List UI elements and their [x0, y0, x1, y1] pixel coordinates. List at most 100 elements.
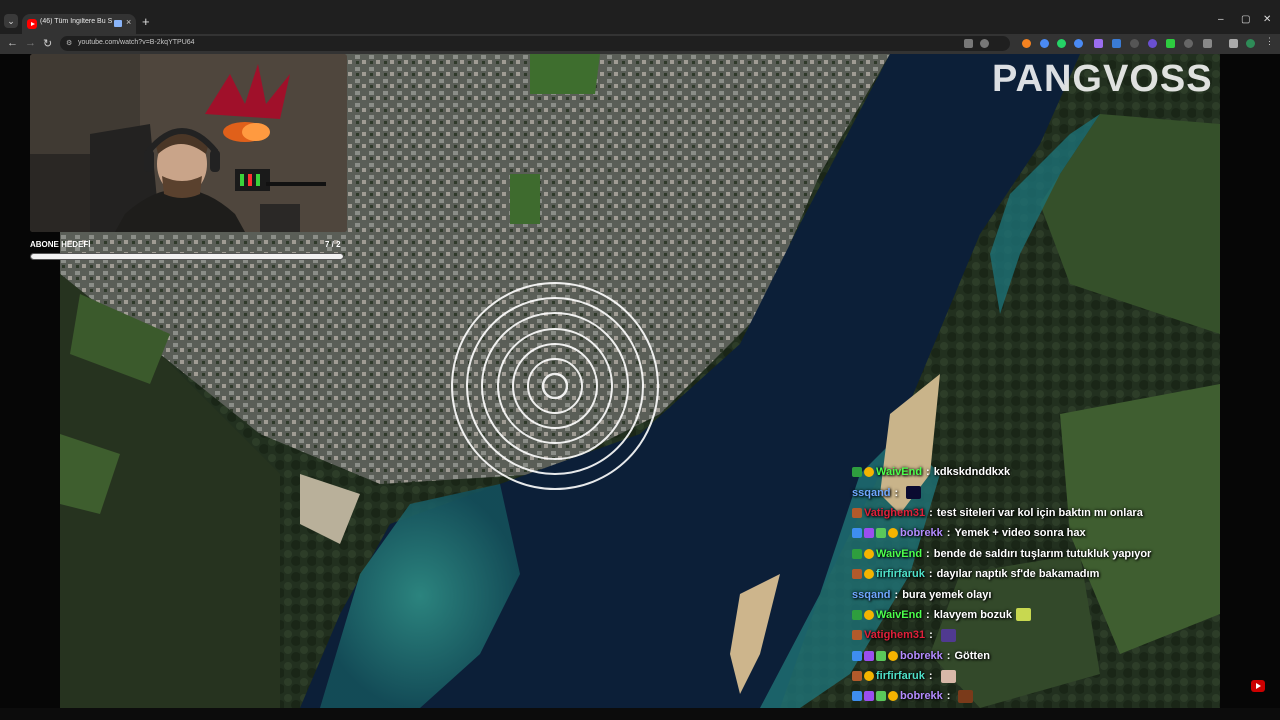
chat-text: klavyem bozuk — [933, 608, 1012, 621]
chat-text: kdkskdnddkxk — [933, 466, 1011, 479]
chat-separator: : — [928, 670, 933, 683]
cast-icon[interactable] — [964, 39, 973, 48]
chat-emote-icon — [958, 689, 974, 703]
chat-badge-icon — [864, 609, 874, 620]
chat-message: ssqand: — [852, 482, 1182, 502]
chat-message: firfirfaruk: dayılar naptık sf'de bakamad… — [852, 564, 1182, 584]
chat-badge-icon — [852, 548, 862, 559]
extension-window-icon[interactable] — [1112, 39, 1121, 48]
extension-violet-icon[interactable] — [1148, 39, 1157, 48]
chat-username[interactable]: firfirfaruk — [876, 670, 925, 682]
reload-icon[interactable]: ↻ — [43, 37, 52, 50]
profile-avatar[interactable] — [1246, 39, 1255, 48]
chat-username[interactable]: WaivEnd — [876, 548, 922, 560]
chat-emote-icon — [940, 669, 956, 683]
chat-text: dayılar naptık sf'de bakamadım — [936, 568, 1100, 581]
chat-text: bende de saldırı tuşlarım tutukluk yapıy… — [933, 547, 1152, 560]
chat-badge-icon — [864, 671, 874, 682]
chat-message: bobrekk: Yemek + video sonra hax — [852, 523, 1182, 543]
forward-arrow-icon[interactable]: → — [25, 37, 36, 49]
chat-separator: : — [946, 690, 951, 703]
downloads-icon[interactable] — [1229, 39, 1238, 48]
chat-badge-icon — [888, 691, 898, 702]
chat-badge-icon — [852, 650, 862, 661]
chat-badge-icon — [888, 650, 898, 661]
chat-username[interactable]: ssqand — [852, 487, 891, 499]
chat-badge-icon — [864, 691, 874, 702]
tab-search-menu-icon[interactable]: ⌄ — [4, 14, 18, 28]
chat-message: bobrekk: Götten — [852, 646, 1182, 666]
close-window-button[interactable]: ✕ — [1263, 14, 1271, 25]
chat-separator: : — [946, 527, 951, 540]
subscriber-goal-progress-bar — [30, 253, 344, 260]
channel-watermark: PANGVOSS — [992, 58, 1213, 100]
minimize-button[interactable]: – — [1218, 14, 1224, 25]
chat-message: ssqand: bura yemek olayı — [852, 584, 1182, 604]
chat-text: test siteleri var kol için baktın mı onl… — [936, 506, 1143, 519]
chat-message: bobrekk: — [852, 686, 1182, 706]
chat-overlay: WaivEnd: kdkskdnddkxk ssqand: Vatighem31: te… — [852, 462, 1182, 707]
url-text[interactable]: youtube.com/watch?v=B-2kqYTPU64 — [78, 39, 195, 46]
chat-badge-icon — [852, 671, 862, 682]
chat-username[interactable]: firfirfaruk — [876, 568, 925, 580]
chat-username[interactable]: bobrekk — [900, 527, 943, 539]
browser-tab-bar: ⌄ (46) Tüm İngiltere Bu Sonuçla × + – ▢ … — [0, 0, 1280, 34]
eye-off-icon[interactable] — [980, 39, 989, 48]
chat-badge-icon — [852, 569, 862, 580]
extension-translate-icon[interactable] — [1040, 39, 1049, 48]
chat-text: Götten — [954, 649, 990, 662]
chat-username[interactable]: WaivEnd — [876, 609, 922, 621]
chat-badge-icon — [852, 691, 862, 702]
chat-message: WaivEnd: bende de saldırı tuşlarım tutukl… — [852, 544, 1182, 564]
chat-separator: : — [929, 506, 933, 519]
extension-purple-icon[interactable] — [1094, 39, 1103, 48]
chat-badge-icon — [864, 467, 874, 478]
chat-badge-icon — [888, 528, 898, 539]
maximize-button[interactable]: ▢ — [1241, 14, 1250, 25]
chat-username[interactable]: WaivEnd — [876, 466, 922, 478]
subscriber-goal-progress-fill — [31, 254, 343, 259]
chat-separator: : — [926, 466, 930, 479]
chat-separator: : — [928, 568, 933, 581]
chat-message: WaivEnd: klavyem bozuk — [852, 605, 1182, 625]
extension-dark-icon[interactable] — [1130, 39, 1139, 48]
chat-badge-icon — [876, 528, 886, 539]
youtube-logo-icon[interactable] — [1251, 680, 1265, 692]
chat-username[interactable]: Vatighem31 — [864, 629, 925, 641]
extension-blue-icon[interactable] — [1074, 39, 1083, 48]
chat-username[interactable]: Vatighem31 — [864, 507, 925, 519]
chat-username[interactable]: bobrekk — [900, 650, 943, 662]
audio-playing-icon[interactable] — [114, 20, 122, 27]
streamer-webcam-image — [30, 54, 347, 232]
site-info-icon[interactable]: ⚙ — [66, 39, 72, 47]
extension-c-icon[interactable] — [1022, 39, 1031, 48]
chat-separator: : — [894, 588, 899, 601]
subscriber-goal-count: 7 / 2 — [325, 240, 341, 249]
tab-active[interactable]: (46) Tüm İngiltere Bu Sonuçla × — [22, 14, 136, 34]
chat-message: firfirfaruk: — [852, 666, 1182, 686]
chat-text: Yemek + video sonra hax — [954, 527, 1086, 540]
more-menu-icon[interactable]: ⋮ — [1265, 36, 1274, 46]
video-bottom-edge — [0, 708, 1280, 720]
extension-grey-icon[interactable] — [1184, 39, 1193, 48]
chat-emote-icon — [1015, 608, 1031, 622]
chat-badge-icon — [864, 548, 874, 559]
tab-close-button[interactable]: × — [126, 17, 131, 27]
chat-badge-icon — [864, 569, 874, 580]
new-tab-button[interactable]: + — [142, 14, 150, 29]
back-arrow-icon[interactable]: ← — [7, 37, 18, 49]
chat-emote-icon — [906, 486, 922, 500]
chat-message: Vatighem31: test siteleri var kol için ba… — [852, 503, 1182, 523]
address-bar[interactable]: ⚙ youtube.com/watch?v=B-2kqYTPU64 — [60, 36, 1010, 51]
chat-separator: : — [926, 608, 930, 621]
chat-separator: : — [946, 649, 951, 662]
youtube-favicon-icon — [27, 19, 37, 29]
whatsapp-icon[interactable] — [1057, 39, 1066, 48]
tab-title: (46) Tüm İngiltere Bu Sonuçla — [40, 18, 112, 25]
chat-username[interactable]: bobrekk — [900, 690, 943, 702]
extensions-puzzle-icon[interactable] — [1203, 39, 1212, 48]
extension-green-icon[interactable] — [1166, 39, 1175, 48]
chat-message: Vatighem31: — [852, 625, 1182, 645]
chat-message: WaivEnd: kdkskdnddkxk — [852, 462, 1182, 482]
chat-username[interactable]: ssqand — [852, 589, 891, 601]
